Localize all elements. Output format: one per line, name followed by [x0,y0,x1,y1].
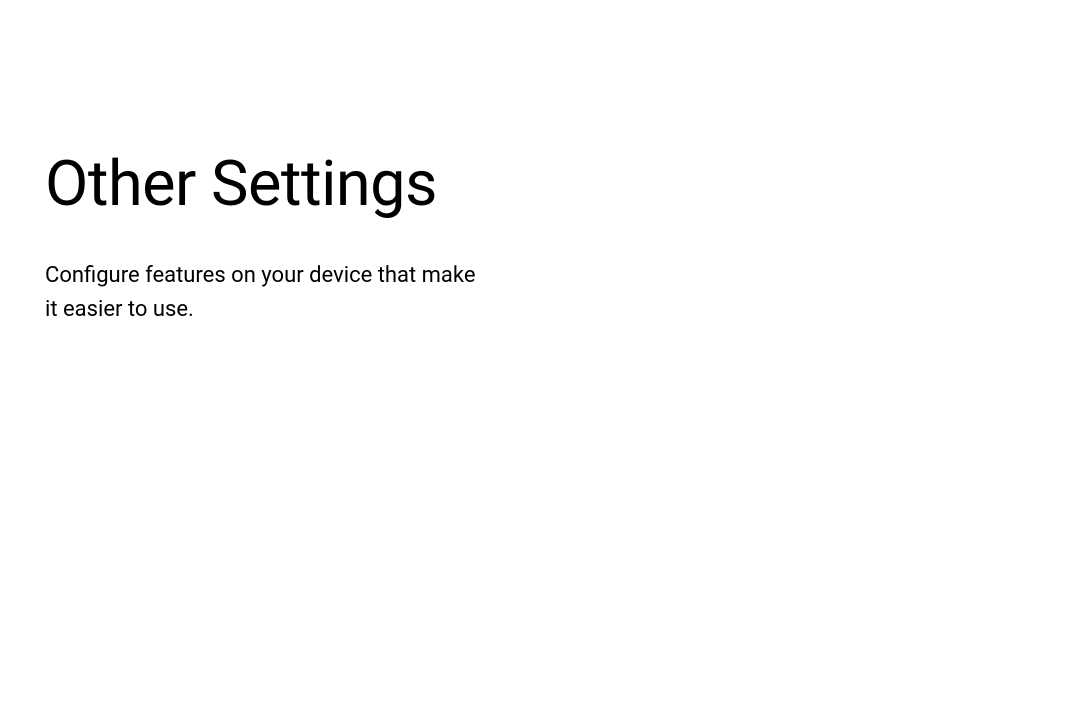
page-title: Other Settings [45,150,1035,219]
page-description: Configure features on your device that m… [45,259,485,327]
